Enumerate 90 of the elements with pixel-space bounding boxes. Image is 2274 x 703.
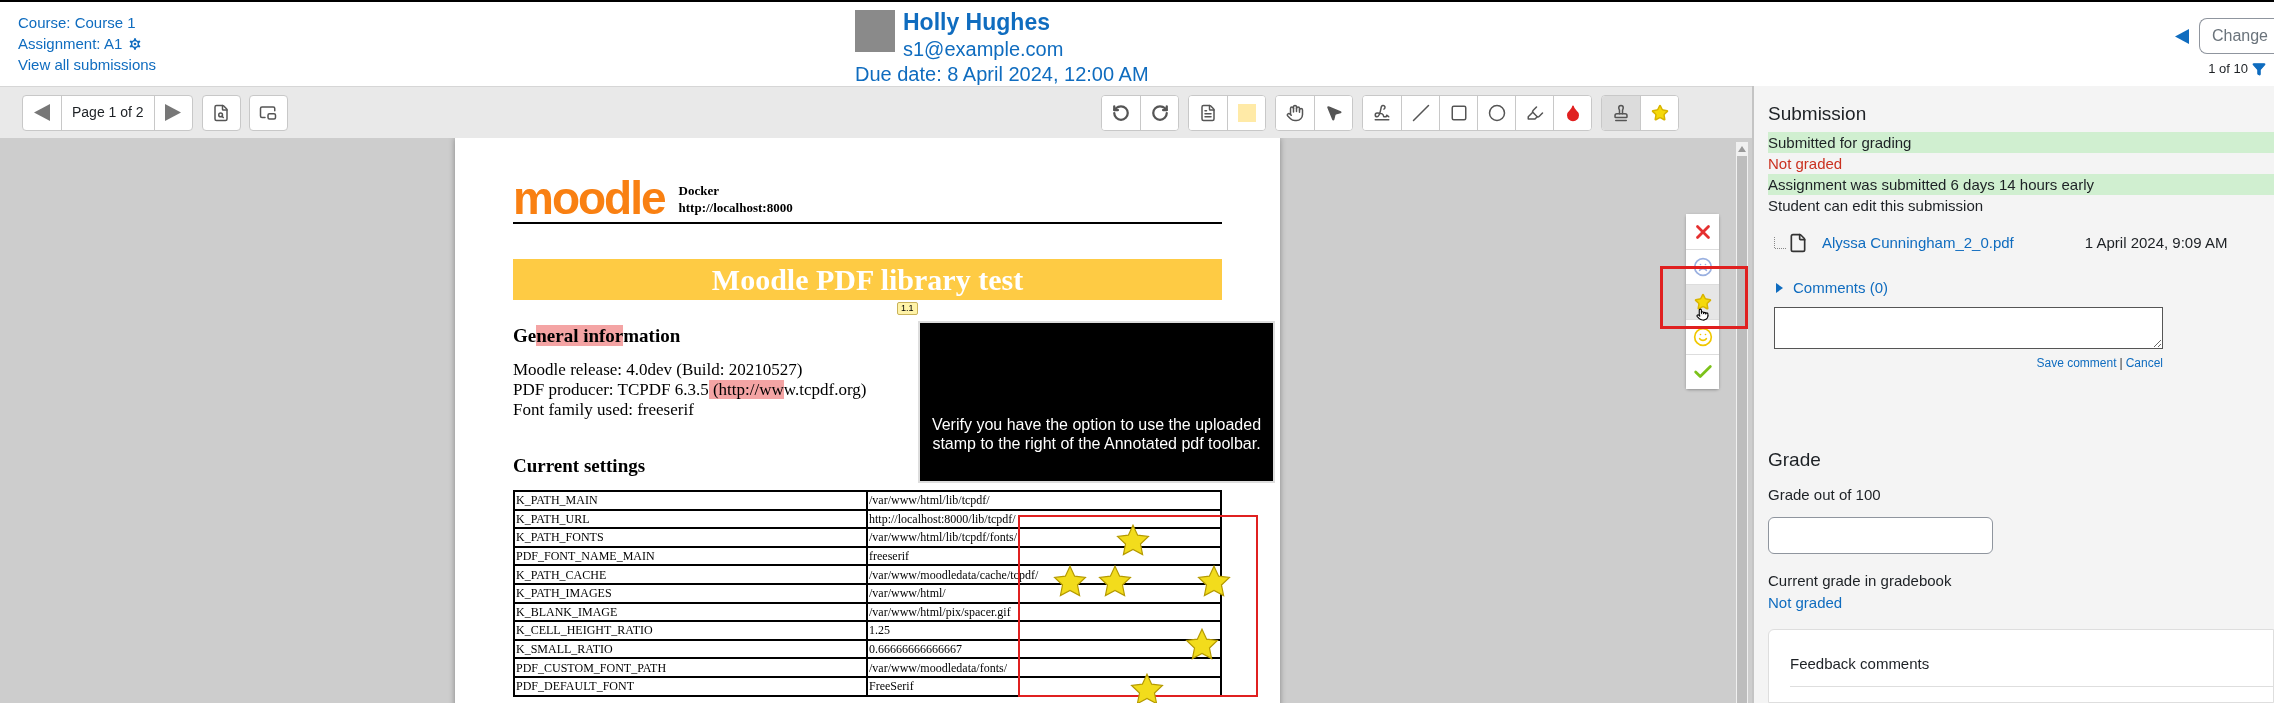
expand-button[interactable] [248,94,288,131]
file-date: 1 April 2024, 9:09 AM [2084,233,2228,253]
table-cell: K_BLANK_IMAGE [514,602,867,622]
table-cell: PDF_CUSTOM_FONT_PATH [514,658,867,677]
panel-heading: Submission [1768,102,1868,126]
table-cell: K_PATH_FONTS [514,528,867,547]
link-separator: | [2119,355,2123,372]
tree-line-icon [1774,237,1786,250]
instruction-text: Verify you have the option to use the uploaded stamp to the right of the Annotated pdf toolbar. [930,415,1263,453]
table-cell: K_PATH_CACHE [514,565,867,584]
submission-status: Not graded [1768,154,1844,174]
student-name[interactable]: Holly Hughes [903,8,1064,36]
site-name: Docker [678,182,720,199]
gradebook-value[interactable]: Not graded [1768,592,2274,615]
info-line: Font family used: freeserif [513,400,694,420]
grade-heading: Grade [1768,448,1822,472]
save-comment-link[interactable]: Save comment [2036,354,2117,372]
info-line: Moodle release: 4.0dev (Build: 20210527) [513,360,803,380]
table-cell: K_PATH_URL [514,509,867,529]
table-cell: K_PATH_IMAGES [514,583,867,603]
search-icon [212,103,231,122]
student-email: s1@example.com [903,37,1064,62]
table-cell: http://localhost:8000/lib/tcpdf/ [867,509,1221,529]
site-url: http://localhost:8000 [678,199,793,216]
rotate-left-icon [1112,103,1130,122]
grade-field[interactable] [1768,516,1993,554]
table-cell: PDF_FONT_NAME_MAIN [514,546,867,566]
star-icon [1650,103,1669,122]
submission-status: Assignment was submitted 6 days 14 hours early [1768,174,2274,195]
hand-icon [1286,103,1304,122]
table-cell: K_SMALL_RATIO [514,639,867,659]
user-select[interactable]: Change [2198,18,2274,54]
avatar-placeholder [855,10,895,52]
hand-cursor-icon [1696,308,1709,321]
submission-status: Student can edit this submission [1768,196,1985,216]
file-link[interactable]: Alyssa Cunningham_2_0.pdf [1822,232,2014,255]
cancel-link[interactable]: Cancel [2125,354,2163,372]
tool-button[interactable] [1602,95,1640,130]
window-icon [259,103,278,122]
view-all-submissions-link[interactable]: View all submissions [18,54,157,75]
info-line: PDF producer: TCPDF 6.3.5 (http://www.tcpdf.org) [513,380,867,400]
table-cell: PDF_DEFAULT_FONT [514,676,867,696]
pdf-file-icon [1788,232,1808,255]
moodle-logo: moodle [513,178,665,218]
gradebook-label: Current grade in gradebook [1768,570,1953,591]
table-cell: K_CELL_HEIGHT_RATIO [514,621,867,640]
user-pager: 1 of 10 [2208,60,2248,78]
stamp-option[interactable] [1686,284,1719,319]
rectangle-icon [1449,103,1468,122]
smiley-icon [1692,327,1713,347]
stamp-option[interactable] [1686,249,1719,284]
section-heading: General information [513,324,681,348]
course-link[interactable]: Course: Course 1 [18,12,136,33]
filter-icon[interactable] [2252,61,2266,76]
color-swatch-icon [1237,103,1256,122]
table-cell: K_PATH_MAIN [514,491,867,510]
sad-face-icon [1692,257,1713,277]
table-cell: /var/www/html/lib/tcpdf/ [867,491,1221,510]
feedback-heading: Feedback comments [1790,654,1930,672]
star-stamp [1129,672,1165,703]
table-cell: /var/www/moodledata/fonts/ [867,658,1221,677]
pointer-icon [1324,103,1343,122]
expand-triangle-icon[interactable] [1776,282,1783,293]
assignment-link[interactable]: Assignment: A1 [18,33,123,54]
line-icon [1411,103,1430,122]
comments-toggle[interactable]: Comments (0) [1793,276,1889,299]
tool-button[interactable] [1553,95,1591,130]
search-comments-button[interactable] [201,94,241,131]
scroll-up-icon [1738,146,1746,152]
comment-marker[interactable]: 1.1 [897,302,918,315]
rotate-right-icon [1150,103,1169,122]
submission-status: Submitted for grading [1768,132,2274,153]
section-heading: Current settings [513,454,647,478]
previous-user-icon[interactable] [2174,28,2189,44]
tool-button[interactable] [1314,95,1352,130]
scrollbar-thumb[interactable] [1737,156,1747,703]
stamp-icon [1612,103,1630,122]
title-banner: Moodle PDF library test [513,259,1222,300]
star-icon [1693,293,1712,311]
pen-icon [1373,103,1391,122]
settings-icon[interactable] [127,35,144,52]
highlighter-icon [1525,103,1544,122]
tool-button[interactable] [1140,95,1178,130]
due-date: Due date: 8 April 2024, 12:00 AM [855,62,1149,86]
grade-label: Grade out of 100 [1768,485,1882,505]
stamp-option[interactable] [1686,319,1719,354]
table-cell: /var/www/html/pix/spacer.gif [867,602,1221,622]
circle-icon [1487,103,1506,122]
comment-field[interactable] [1774,307,2163,349]
comment-icon [1199,103,1217,122]
